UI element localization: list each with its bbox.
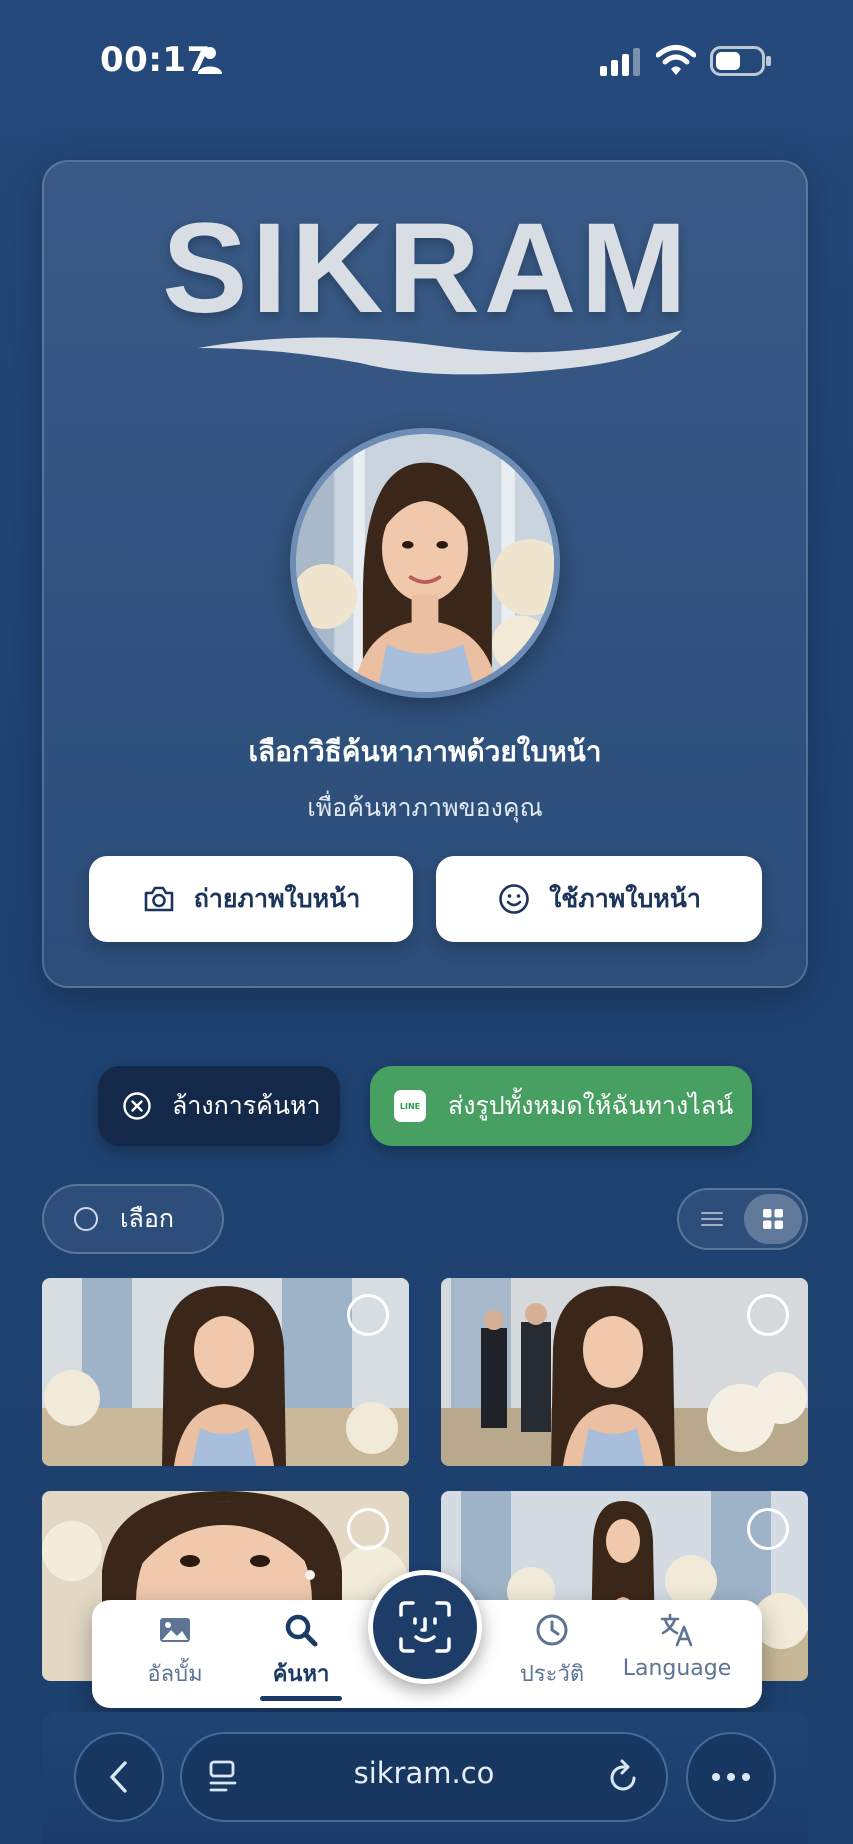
- grid-icon: [763, 1209, 783, 1229]
- face-id-icon: [399, 1601, 451, 1653]
- tab-history-label: ประวัติ: [519, 1662, 585, 1687]
- more-dots-icon: [712, 1773, 750, 1781]
- take-face-photo-label: ถ่ายภาพใบหน้า: [193, 884, 361, 913]
- use-face-photo-label: ใช้ภาพใบหน้า: [549, 884, 701, 913]
- battery-icon: [710, 46, 771, 76]
- tab-language-label: Language: [622, 1656, 732, 1681]
- clock-icon: [536, 1614, 568, 1646]
- select-button[interactable]: เลือก: [42, 1184, 224, 1254]
- grid-view-button[interactable]: [744, 1194, 802, 1244]
- clear-search-button[interactable]: ล้างการค้นหา: [98, 1066, 340, 1146]
- line-icon-text: LINE: [399, 1101, 421, 1111]
- browser-url: sikram.co: [353, 1756, 495, 1790]
- select-label: เลือก: [120, 1204, 175, 1233]
- card-title: เลือกวิธีค้นหาภาพด้วยใบหน้า: [248, 735, 602, 768]
- photo-select-circle[interactable]: [347, 1294, 389, 1336]
- tab-language[interactable]: Language: [617, 1612, 737, 1681]
- status-time: 00:17: [100, 40, 211, 80]
- take-face-photo-button[interactable]: ถ่ายภาพใบหน้า: [89, 856, 413, 942]
- clear-search-label: ล้างการค้นหา: [172, 1091, 321, 1120]
- image-icon: [160, 1618, 190, 1642]
- tab-album[interactable]: อัลบั้ม: [115, 1612, 235, 1691]
- card-subtitle: เพื่อค้นหาภาพของคุณ: [307, 793, 543, 822]
- smile-icon: [499, 884, 529, 914]
- reload-icon[interactable]: [604, 1758, 642, 1796]
- profile-avatar: [290, 428, 560, 698]
- select-radio-icon: [74, 1207, 98, 1231]
- photo-select-circle[interactable]: [747, 1508, 789, 1550]
- face-scan-button[interactable]: [368, 1570, 482, 1684]
- send-all-via-line-button[interactable]: LINE ส่งรูปทั้งหมดให้ฉันทางไลน์: [370, 1066, 752, 1146]
- photo-select-circle[interactable]: [347, 1508, 389, 1550]
- send-all-via-line-label: ส่งรูปทั้งหมดให้ฉันทางไลน์: [448, 1091, 734, 1120]
- camera-icon: [144, 886, 174, 912]
- photo-select-circle[interactable]: [747, 1294, 789, 1336]
- browser-back-button[interactable]: [74, 1732, 164, 1822]
- wifi-icon: [656, 45, 696, 75]
- tab-search-label: ค้นหา: [272, 1662, 330, 1687]
- translate-icon: [660, 1613, 693, 1647]
- line-icon: LINE: [394, 1090, 426, 1122]
- search-icon: [285, 1614, 318, 1647]
- chevron-left-icon: [110, 1761, 127, 1793]
- signal-icon: [600, 48, 640, 76]
- active-tab-indicator: [260, 1696, 342, 1701]
- tab-history[interactable]: ประวัติ: [492, 1612, 612, 1691]
- logo-swoosh: [198, 330, 682, 375]
- tab-album-label: อัลบั้ม: [147, 1662, 203, 1687]
- list-icon: [701, 1212, 723, 1226]
- person-icon: [198, 47, 222, 74]
- use-face-photo-button[interactable]: ใช้ภาพใบหน้า: [436, 856, 762, 942]
- tab-search[interactable]: ค้นหา: [241, 1612, 361, 1691]
- browser-more-button[interactable]: [686, 1732, 776, 1822]
- close-circle-icon: [123, 1092, 151, 1120]
- list-view-button[interactable]: [690, 1200, 734, 1238]
